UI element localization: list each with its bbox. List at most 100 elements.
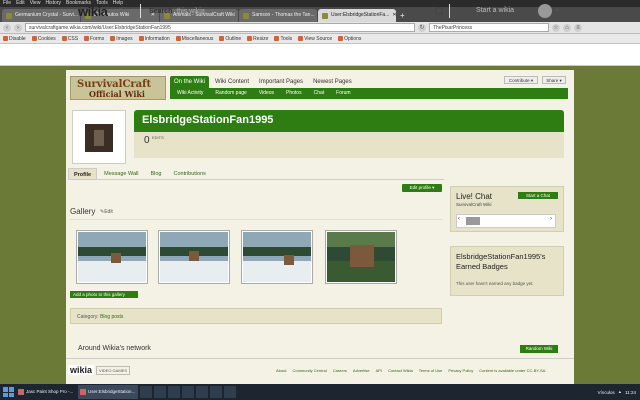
gallery-thumbnail[interactable] bbox=[76, 230, 148, 284]
subnav-random-page[interactable]: Random page bbox=[210, 88, 251, 99]
profile-username: ElsbridgeStationFan1995 bbox=[142, 114, 274, 126]
subnav-videos[interactable]: Videos bbox=[254, 88, 279, 99]
taskbar-item-active[interactable]: User:ElsbridgeStation... bbox=[78, 385, 138, 399]
profile-stats-bar bbox=[134, 132, 564, 158]
home-icon[interactable]: ⌂ bbox=[563, 23, 571, 32]
tray-up-arrow-icon[interactable]: ▴ bbox=[619, 389, 621, 395]
taskbar-app-icon[interactable] bbox=[168, 386, 180, 398]
taskbar-app-icon[interactable] bbox=[196, 386, 208, 398]
footer-link[interactable]: About bbox=[276, 368, 286, 373]
taskbar-app-icon[interactable] bbox=[154, 386, 166, 398]
wikia-logo[interactable]: wikia bbox=[78, 4, 108, 19]
subnav-photos[interactable]: Photos bbox=[281, 88, 307, 99]
footer-hub-label[interactable]: VIDEO GAMES bbox=[96, 366, 131, 375]
forward-icon[interactable]: › bbox=[14, 23, 22, 32]
url-bar[interactable]: survivalcraftgame.wikia.com/wiki/User:El… bbox=[25, 23, 415, 32]
tab-profile[interactable]: Profile bbox=[68, 168, 98, 179]
contribute-button[interactable]: Contribute ▾ bbox=[504, 76, 538, 84]
windows-start-icon[interactable] bbox=[2, 386, 14, 398]
taskbar-app-icon[interactable] bbox=[140, 386, 152, 398]
chevron-down-icon[interactable]: ▾ bbox=[556, 8, 559, 14]
bookmark-item[interactable]: Images bbox=[110, 36, 133, 42]
bookmark-icon bbox=[175, 36, 181, 41]
wiki-logo[interactable]: SurvivalCraft Official Wiki bbox=[70, 76, 166, 100]
bookmark-item[interactable]: Tools bbox=[274, 36, 292, 42]
bookmark-item[interactable]: Miscellaneous bbox=[175, 36, 213, 42]
footer-link[interactable]: Careers bbox=[333, 368, 347, 373]
profile-avatar[interactable] bbox=[85, 124, 113, 152]
menu-icon[interactable]: ≡ bbox=[574, 23, 582, 32]
category-label: Category: bbox=[77, 314, 99, 320]
browser-tab[interactable]: Germanium Crystal - Survi...✕ bbox=[2, 9, 80, 22]
bookmark-star-icon[interactable]: ☆ bbox=[552, 23, 560, 32]
bookmark-icon bbox=[274, 36, 280, 41]
taskbar-item[interactable]: Jasc Paint Shop Pro -... bbox=[16, 385, 76, 399]
wikia-search-input[interactable]: Search this wikia bbox=[140, 4, 450, 18]
system-tray: Vínculos ▴ 11:24 bbox=[598, 389, 640, 395]
footer-link[interactable]: Advertise bbox=[353, 368, 370, 373]
search-icon[interactable] bbox=[435, 7, 443, 15]
taskbar-app-icon[interactable] bbox=[182, 386, 194, 398]
subnav-wiki-activity[interactable]: Wiki Activity bbox=[172, 88, 208, 99]
bookmark-item[interactable]: Disable bbox=[3, 36, 26, 42]
gallery-thumbnail[interactable] bbox=[158, 230, 230, 284]
bookmark-item[interactable]: View Source bbox=[298, 36, 332, 42]
clock[interactable]: 11:24 bbox=[625, 390, 636, 395]
reload-icon[interactable]: ↻ bbox=[418, 23, 426, 32]
start-chat-button[interactable]: Start a Chat bbox=[518, 192, 558, 199]
carousel-prev-icon[interactable]: ‹ bbox=[458, 216, 460, 222]
random-wiki-button[interactable]: Random Wiki bbox=[520, 345, 558, 353]
wiki-nav-on-the-wiki[interactable]: On the Wiki bbox=[170, 76, 210, 88]
bookmark-item[interactable]: CSS bbox=[61, 36, 78, 42]
back-icon[interactable]: ‹ bbox=[3, 23, 11, 32]
tab-blog[interactable]: Blog bbox=[145, 168, 166, 179]
bookmark-icon bbox=[247, 36, 253, 41]
menu-edit[interactable]: Edit bbox=[16, 0, 25, 7]
bookmark-item[interactable]: Outline bbox=[219, 36, 241, 42]
bookmark-item[interactable]: Forms bbox=[84, 36, 104, 42]
chat-user-avatar[interactable] bbox=[466, 217, 480, 225]
footer-link[interactable]: Terms of Use bbox=[419, 368, 443, 373]
gallery-edit-link[interactable]: ✎Edit bbox=[100, 209, 113, 215]
wiki-nav-newest-pages[interactable]: Newest Pages bbox=[309, 76, 356, 88]
menu-history[interactable]: History bbox=[45, 0, 61, 7]
gallery-thumbnail[interactable] bbox=[325, 230, 397, 284]
os-taskbar: Jasc Paint Shop Pro -... User:ElsbridgeS… bbox=[0, 384, 640, 400]
tray-label[interactable]: Vínculos bbox=[598, 390, 615, 395]
menu-file[interactable]: File bbox=[3, 0, 11, 7]
wiki-logo-line2: Official Wiki bbox=[89, 89, 145, 99]
taskbar-app-icon[interactable] bbox=[224, 386, 236, 398]
tab-contributions[interactable]: Contributions bbox=[168, 168, 210, 179]
deer-figure bbox=[189, 251, 199, 261]
footer-link[interactable]: Privacy Policy bbox=[448, 368, 473, 373]
bookmark-item[interactable]: Cookies bbox=[31, 36, 56, 42]
gallery-thumbnail[interactable] bbox=[241, 230, 313, 284]
edit-profile-button[interactable]: Edit profile ▾ bbox=[402, 184, 442, 192]
category-link[interactable]: Blog posts bbox=[100, 314, 123, 320]
wiki-nav-wiki-content[interactable]: Wiki Content bbox=[211, 76, 253, 88]
footer-link[interactable]: API bbox=[376, 368, 382, 373]
tab-message-wall[interactable]: Message Wall bbox=[99, 168, 143, 179]
wiki-nav-important-pages[interactable]: Important Pages bbox=[255, 76, 307, 88]
start-wikia-button[interactable]: Start a wikia bbox=[460, 4, 530, 18]
hamburger-icon[interactable]: ≡ ▾ bbox=[118, 6, 129, 15]
taskbar-app-icon[interactable] bbox=[210, 386, 222, 398]
browser-search-input[interactable]: ThePixarPrincess bbox=[429, 23, 549, 32]
browser-nav-bar: ‹ › survivalcraftgame.wikia.com/wiki/Use… bbox=[0, 22, 640, 34]
subnav-forum[interactable]: Forum bbox=[331, 88, 355, 99]
share-button[interactable]: Share ▾ bbox=[542, 76, 566, 84]
footer-license-text[interactable]: Content is available under CC-BY-SA. bbox=[479, 368, 546, 373]
menu-view[interactable]: View bbox=[30, 0, 41, 7]
subnav-chat[interactable]: Chat bbox=[309, 88, 330, 99]
footer-link[interactable]: Community Central bbox=[292, 368, 326, 373]
footer-wikia-logo[interactable]: wikia bbox=[68, 365, 95, 375]
footer-link[interactable]: Contact Wikia bbox=[388, 368, 413, 373]
bookmark-item[interactable]: Information bbox=[138, 36, 170, 42]
bookmark-item[interactable]: Options bbox=[338, 36, 361, 42]
favicon-icon bbox=[6, 12, 12, 19]
user-avatar[interactable] bbox=[538, 4, 552, 18]
carousel-next-icon[interactable]: › bbox=[550, 216, 552, 222]
bookmark-item[interactable]: Resize bbox=[247, 36, 268, 42]
category-bar: Category: Blog posts bbox=[70, 308, 442, 324]
add-photo-button[interactable]: Add a photo to this gallery bbox=[70, 291, 138, 298]
